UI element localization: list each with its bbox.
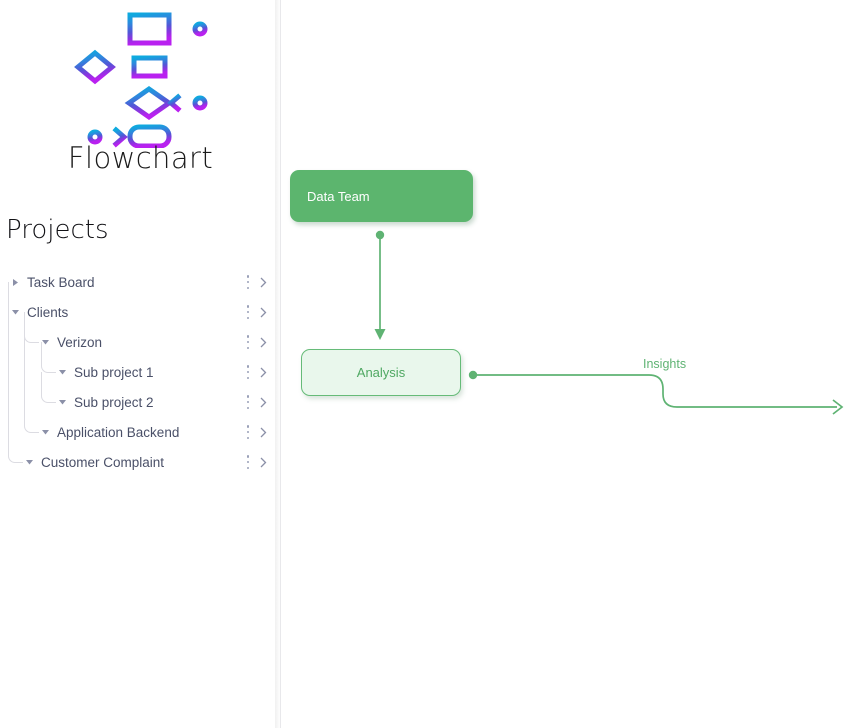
edge-data-team-to-analysis <box>374 230 386 340</box>
chevron-right-icon[interactable] <box>258 305 269 319</box>
kebab-menu-icon[interactable] <box>246 335 250 349</box>
projects-tree: Task Board Clients Verizon Sub project 1… <box>0 267 281 477</box>
flowchart-canvas[interactable]: Data Team Analysis Insights <box>281 0 851 728</box>
tree-item-label: Verizon <box>57 334 103 350</box>
edge-label-insights[interactable]: Insights <box>643 358 686 371</box>
flowchart-logo-icon <box>73 12 207 148</box>
row-actions <box>246 455 269 469</box>
row-actions <box>246 335 269 349</box>
tree-item-label: Sub project 1 <box>74 364 154 380</box>
edge-analysis-to-insights <box>468 370 844 415</box>
chevron-right-icon[interactable] <box>258 335 269 349</box>
row-actions <box>246 395 269 409</box>
chevron-right-icon[interactable] <box>258 455 269 469</box>
caret-down-icon[interactable] <box>55 357 69 387</box>
tree-item-label: Task Board <box>27 274 95 290</box>
page-title: Projects <box>6 215 109 245</box>
flow-node-data-team[interactable]: Data Team <box>290 170 473 222</box>
brand-block: Flowchart <box>0 0 281 173</box>
chevron-right-icon[interactable] <box>258 425 269 439</box>
brand-title: Flowchart <box>67 141 214 175</box>
kebab-menu-icon[interactable] <box>246 455 250 469</box>
caret-down-icon[interactable] <box>55 387 69 417</box>
caret-down-icon[interactable] <box>22 447 36 477</box>
tree-item-application-backend[interactable]: Application Backend <box>0 312 281 447</box>
chevron-right-icon[interactable] <box>258 275 269 289</box>
kebab-menu-icon[interactable] <box>246 275 250 289</box>
tree-item-sub-project-2[interactable]: Sub project 2 <box>0 312 281 417</box>
row-actions <box>246 425 269 439</box>
caret-down-icon[interactable] <box>38 417 52 447</box>
chevron-right-icon[interactable] <box>258 395 269 409</box>
kebab-menu-icon[interactable] <box>246 305 250 319</box>
tree-connector <box>41 372 56 403</box>
tree-item-customer-complaint[interactable]: Customer Complaint <box>0 282 281 477</box>
kebab-menu-icon[interactable] <box>246 425 250 439</box>
tree-item-clients[interactable]: Clients <box>0 297 281 327</box>
tree-indent <box>0 282 23 477</box>
chevron-right-icon[interactable] <box>258 365 269 379</box>
flow-node-label: Data Team <box>307 188 370 204</box>
row-actions <box>246 305 269 319</box>
row-actions <box>246 365 269 379</box>
row-actions <box>246 275 269 289</box>
tree-item-task-board[interactable]: Task Board <box>0 267 281 297</box>
kebab-menu-icon[interactable] <box>246 395 250 409</box>
tree-item-label: Sub project 2 <box>74 394 154 410</box>
tree-item-label: Application Backend <box>57 424 180 440</box>
tree-item-label: Customer Complaint <box>41 454 165 470</box>
flow-node-analysis[interactable]: Analysis <box>301 349 461 396</box>
app-root: Flowchart Projects Task Board Clients Ve… <box>0 0 851 728</box>
kebab-menu-icon[interactable] <box>246 365 250 379</box>
tree-connector <box>24 312 39 433</box>
tree-connector <box>8 282 23 463</box>
flow-node-label: Analysis <box>356 365 406 380</box>
tree-connector <box>41 342 56 373</box>
sidebar: Flowchart Projects Task Board Clients Ve… <box>0 0 281 728</box>
